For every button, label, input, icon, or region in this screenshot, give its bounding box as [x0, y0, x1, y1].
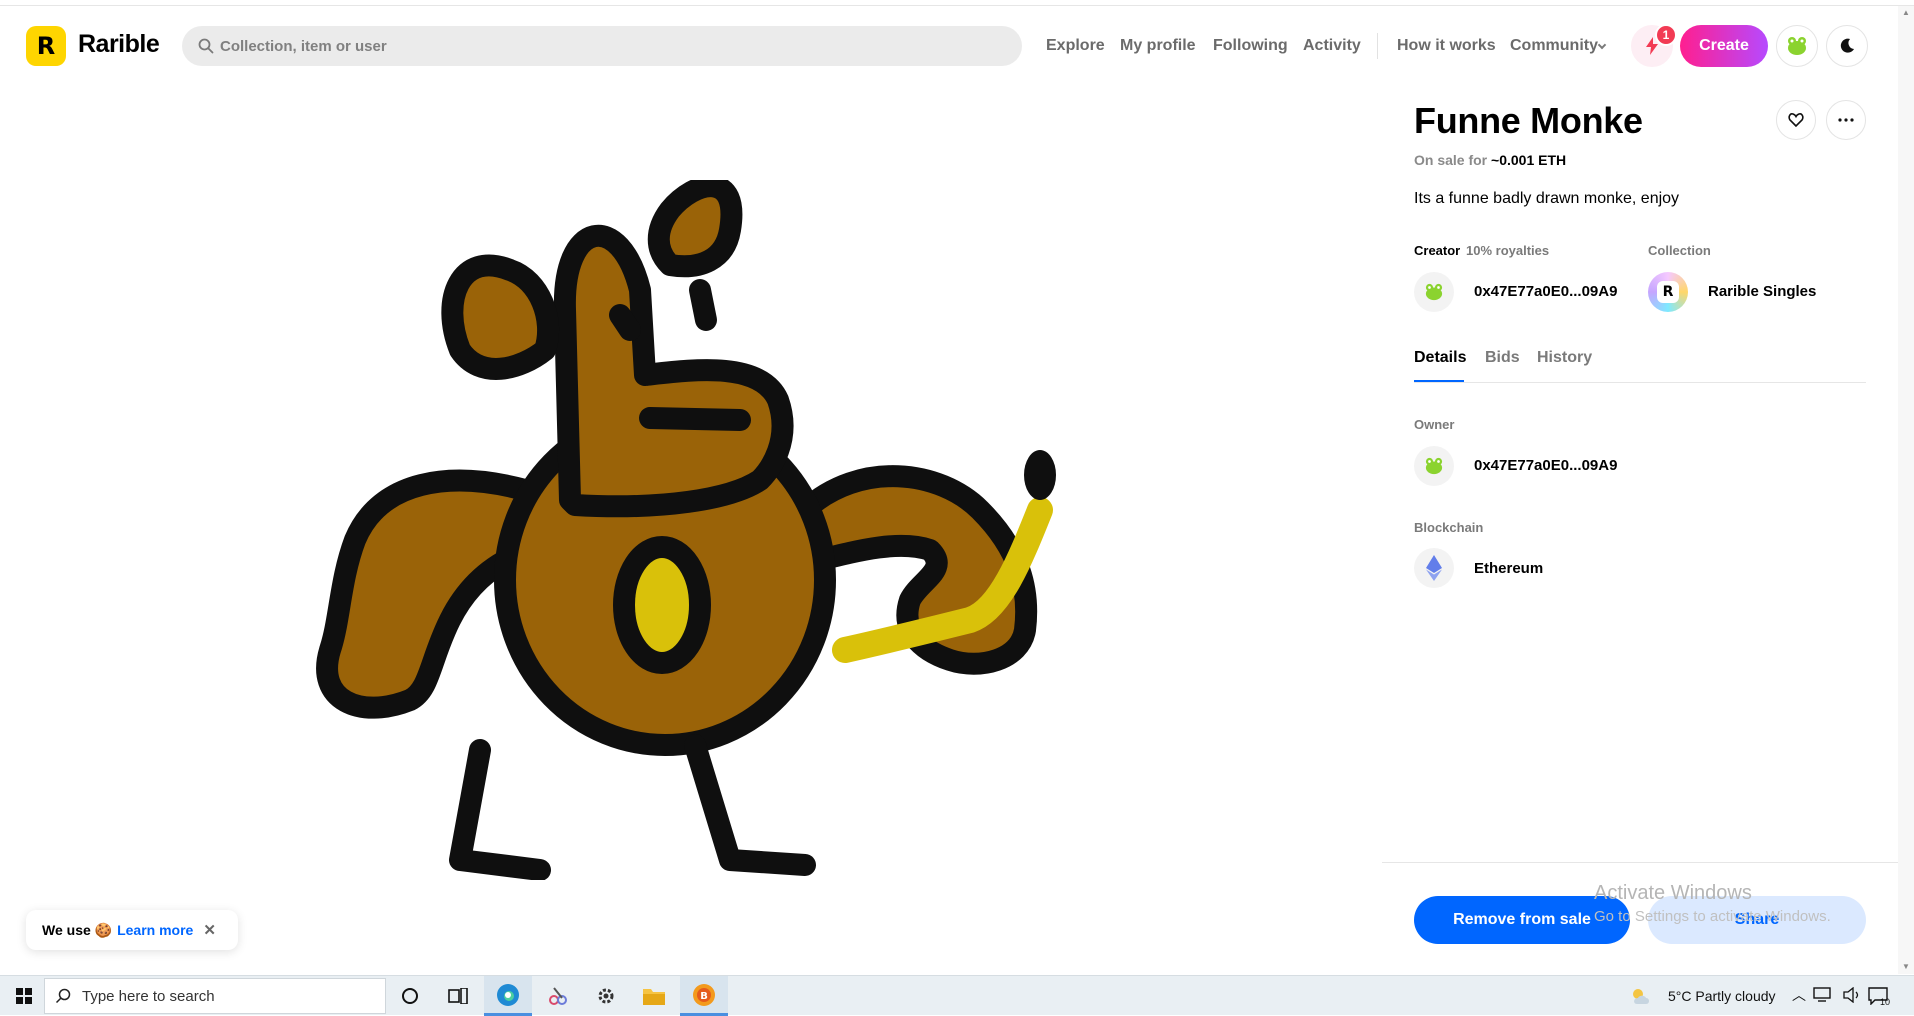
- ethereum-icon: [1414, 548, 1454, 588]
- page-scrollbar[interactable]: [1898, 6, 1914, 974]
- heart-icon: [1788, 113, 1804, 128]
- activate-windows-hint: Go to Settings to activate Windows.: [1594, 908, 1831, 925]
- cortana-icon[interactable]: [386, 976, 434, 1016]
- notification-badge: 1: [1655, 24, 1677, 46]
- sale-price: ~0.001 ETH: [1491, 152, 1567, 168]
- bitcoin-app-icon[interactable]: B: [680, 976, 728, 1016]
- tab-bids[interactable]: Bids: [1485, 349, 1520, 367]
- owner-avatar[interactable]: [1414, 446, 1454, 486]
- collection-avatar[interactable]: R: [1648, 272, 1688, 312]
- royalties-label: 10% royalties: [1466, 243, 1550, 258]
- cookie-text: We use 🍪: [42, 921, 113, 938]
- edge-browser-icon[interactable]: [484, 976, 532, 1016]
- frog-avatar-icon: [1425, 283, 1443, 301]
- activate-windows-watermark: Activate Windows: [1594, 882, 1752, 904]
- nav-activity[interactable]: Activity: [1303, 37, 1361, 55]
- nav-following[interactable]: Following: [1213, 37, 1288, 55]
- ellipsis-icon: [1838, 118, 1854, 122]
- sale-status: On sale for ~0.001 ETH: [1414, 152, 1566, 168]
- moon-icon: [1840, 38, 1854, 53]
- browser-top-edge: [0, 0, 1914, 6]
- collection-label: Collection: [1648, 243, 1711, 258]
- action-center-count: 10: [1880, 997, 1891, 1007]
- blockchain-label: Blockchain: [1414, 520, 1484, 535]
- tab-details[interactable]: Details: [1414, 349, 1466, 367]
- snipping-tool-icon[interactable]: [534, 976, 582, 1016]
- weather-text[interactable]: 5°C Partly cloudy: [1668, 988, 1776, 1004]
- action-bar-divider: [1382, 862, 1898, 863]
- svg-text:B: B: [700, 991, 708, 1002]
- cookie-banner: We use 🍪 Learn more ✕: [26, 910, 238, 950]
- task-view-icon[interactable]: [434, 976, 482, 1016]
- weather-icon[interactable]: [1626, 976, 1656, 1016]
- creator-label: Creator: [1414, 243, 1461, 258]
- item-description: Its a funne badly drawn monke, enjoy: [1414, 190, 1680, 207]
- taskbar-search-box[interactable]: Type here to search: [44, 978, 386, 1014]
- create-button[interactable]: Create: [1680, 25, 1768, 67]
- more-options-button[interactable]: [1826, 100, 1866, 140]
- sale-prefix: On sale for: [1414, 152, 1488, 168]
- nav-explore[interactable]: Explore: [1046, 37, 1105, 55]
- scroll-up-arrow-icon[interactable]: ▲: [1901, 8, 1911, 18]
- windows-taskbar: Type here to search B 5°C Partly cloudy …: [0, 975, 1914, 1016]
- taskbar-search-placeholder: Type here to search: [82, 988, 215, 1005]
- chevron-down-icon[interactable]: [1597, 40, 1607, 50]
- creator-address[interactable]: 0x47E77a0E0...09A9: [1474, 283, 1617, 300]
- site-header: R Rarible Explore My profile Following A…: [0, 8, 1914, 80]
- close-icon[interactable]: ✕: [203, 921, 216, 939]
- network-icon[interactable]: [1813, 987, 1831, 1003]
- frog-avatar-icon: [1425, 457, 1443, 475]
- tabs-divider: [1414, 382, 1866, 383]
- nav-how-it-works[interactable]: How it works: [1397, 37, 1496, 55]
- nav-my-profile[interactable]: My profile: [1120, 37, 1196, 55]
- collection-name[interactable]: Rarible Singles: [1708, 283, 1816, 300]
- search-icon: [198, 38, 214, 54]
- owner-label: Owner: [1414, 417, 1455, 432]
- profile-avatar-button[interactable]: [1776, 25, 1818, 67]
- windows-start-icon[interactable]: [0, 976, 48, 1016]
- creator-avatar[interactable]: [1414, 272, 1454, 312]
- like-button[interactable]: [1776, 100, 1816, 140]
- rarible-logo-icon[interactable]: R: [26, 26, 66, 66]
- nav-divider: [1377, 33, 1378, 59]
- search-icon: [55, 988, 71, 1004]
- tab-history[interactable]: History: [1537, 349, 1592, 367]
- brand-name[interactable]: Rarible: [78, 30, 160, 59]
- scroll-down-arrow-icon[interactable]: ▼: [1901, 962, 1911, 972]
- volume-icon[interactable]: [1843, 987, 1861, 1003]
- rarible-logo-icon: R: [1657, 281, 1679, 303]
- chevron-up-icon[interactable]: ︿: [1792, 985, 1806, 1005]
- search-bar[interactable]: [182, 26, 1022, 66]
- owner-address[interactable]: 0x47E77a0E0...09A9: [1474, 457, 1617, 474]
- settings-gear-icon[interactable]: [582, 976, 630, 1016]
- nav-community[interactable]: Community: [1510, 37, 1598, 55]
- nft-artwork[interactable]: [300, 180, 1080, 880]
- search-input[interactable]: [220, 26, 1000, 66]
- cookie-learn-more-link[interactable]: Learn more: [117, 922, 193, 938]
- theme-toggle-button[interactable]: [1826, 25, 1868, 67]
- frog-avatar-icon: [1788, 37, 1806, 55]
- file-explorer-icon[interactable]: [630, 976, 678, 1016]
- item-title: Funne Monke: [1414, 100, 1643, 141]
- blockchain-name: Ethereum: [1474, 560, 1544, 577]
